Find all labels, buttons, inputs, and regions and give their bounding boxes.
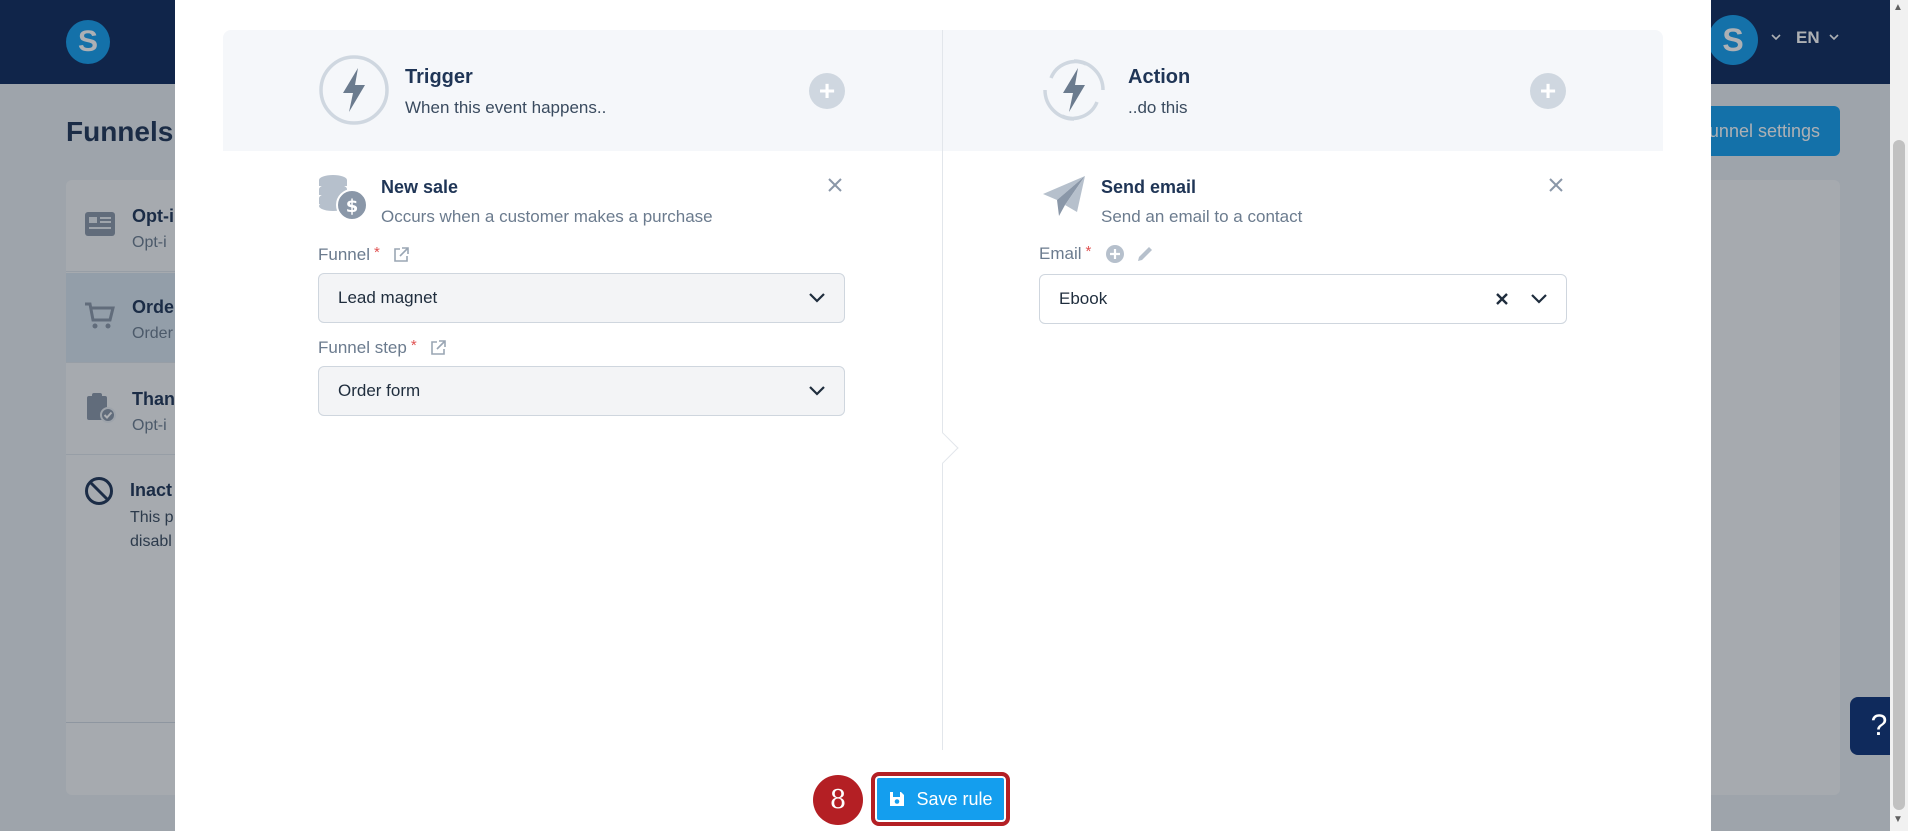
external-link-icon[interactable] bbox=[429, 339, 447, 357]
required-mark: * bbox=[373, 243, 380, 261]
coins-dollar-icon: $ bbox=[319, 175, 368, 221]
add-circle-icon[interactable] bbox=[1105, 244, 1125, 264]
rule-editor-modal: Trigger When this event happens.. + Acti… bbox=[175, 0, 1711, 831]
save-rule-button[interactable]: Save rule bbox=[871, 772, 1010, 826]
column-divider bbox=[942, 30, 943, 750]
trigger-title: New sale bbox=[381, 177, 459, 197]
action-subtitle: Send an email to a contact bbox=[1101, 207, 1303, 226]
scroll-down-arrow[interactable]: ▼ bbox=[1893, 814, 1903, 825]
tutorial-step-badge: 8 bbox=[813, 775, 863, 825]
lightning-cycle-icon bbox=[1043, 59, 1105, 121]
funnel-step-select-value: Order form bbox=[338, 381, 421, 400]
action-title: Send email bbox=[1101, 177, 1197, 197]
svg-text:$: $ bbox=[346, 196, 359, 217]
email-label-text: Email bbox=[1039, 244, 1082, 263]
required-mark: * bbox=[410, 336, 417, 354]
external-link-icon[interactable] bbox=[392, 246, 410, 264]
email-select-value: Ebook bbox=[1059, 289, 1108, 308]
floppy-disk-icon bbox=[890, 792, 905, 806]
funnel-label: Funnel * bbox=[318, 243, 410, 265]
trigger-header-title: Trigger bbox=[405, 66, 473, 88]
funnel-label-text: Funnel bbox=[318, 245, 370, 264]
save-rule-label: Save rule bbox=[916, 788, 993, 809]
close-icon[interactable] bbox=[826, 176, 844, 194]
close-icon[interactable] bbox=[1547, 176, 1565, 194]
action-header-subtitle: ..do this bbox=[1128, 98, 1188, 117]
trigger-subtitle: Occurs when a customer makes a purchase bbox=[381, 207, 713, 226]
add-action-button[interactable]: + bbox=[1530, 73, 1566, 109]
lightning-icon bbox=[319, 55, 389, 125]
clear-icon[interactable] bbox=[1494, 291, 1510, 307]
funnel-step-label-text: Funnel step bbox=[318, 338, 407, 357]
funnel-step-label: Funnel step * bbox=[318, 336, 447, 358]
funnel-select-value: Lead magnet bbox=[338, 288, 438, 307]
add-trigger-button[interactable]: + bbox=[809, 73, 845, 109]
rule-header bbox=[223, 30, 1663, 151]
paper-plane-icon bbox=[1043, 176, 1085, 216]
chevron-down-icon[interactable] bbox=[808, 291, 826, 305]
email-label: Email * bbox=[1039, 242, 1155, 264]
email-select[interactable]: Ebook bbox=[1039, 274, 1567, 324]
scrollbar-thumb[interactable] bbox=[1893, 140, 1905, 810]
flow-arrow bbox=[927, 432, 959, 464]
trigger-header-subtitle: When this event happens.. bbox=[405, 98, 607, 117]
chevron-down-icon[interactable] bbox=[808, 384, 826, 398]
pencil-icon[interactable] bbox=[1135, 244, 1155, 264]
funnel-select[interactable]: Lead magnet bbox=[318, 273, 845, 323]
chevron-down-icon[interactable] bbox=[1530, 292, 1548, 306]
funnel-step-select[interactable]: Order form bbox=[318, 366, 845, 416]
action-header-title: Action bbox=[1128, 66, 1191, 88]
scroll-up-arrow[interactable]: ▲ bbox=[1893, 2, 1903, 13]
required-mark: * bbox=[1085, 242, 1092, 260]
